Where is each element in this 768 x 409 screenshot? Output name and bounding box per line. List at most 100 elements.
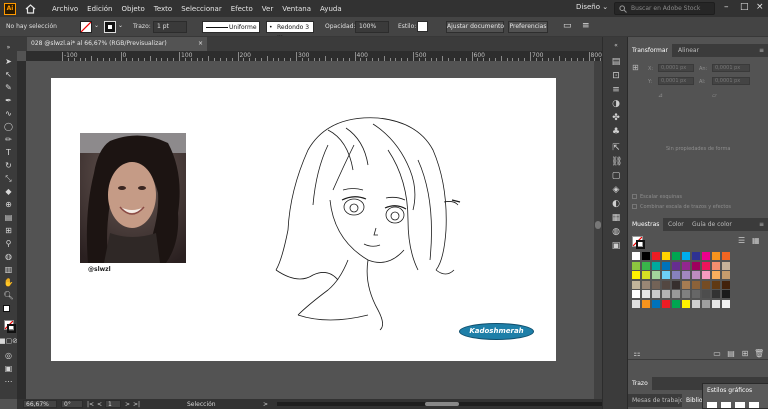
y-field[interactable]: 0,0001 px <box>658 77 694 85</box>
delete-swatch-icon[interactable]: 🗑︎ <box>754 349 764 358</box>
color-swatch[interactable] <box>662 261 670 270</box>
eraser-tool-icon[interactable]: ◆ <box>3 186 14 197</box>
color-swatch[interactable] <box>692 280 700 289</box>
color-swatch[interactable] <box>682 280 690 289</box>
stock-search-input[interactable]: Buscar en Adobe Stock <box>614 2 715 15</box>
prev-artboard-button[interactable]: < <box>97 401 102 408</box>
tab-align[interactable]: Alinear <box>674 44 703 57</box>
shear-angle-icon[interactable]: ▱ <box>712 92 717 99</box>
pencil-tool-icon[interactable]: ✏ <box>3 134 14 145</box>
expand-panels-icon[interactable]: « <box>611 41 621 51</box>
horizontal-scrollbar[interactable] <box>277 402 607 406</box>
menu-ver[interactable]: Ver <box>262 5 273 13</box>
color-swatch[interactable] <box>712 290 720 298</box>
opacity-field[interactable]: 100% <box>355 21 389 33</box>
color-swatch[interactable] <box>662 290 670 298</box>
color-swatch[interactable] <box>682 299 690 308</box>
color-swatch[interactable] <box>672 252 680 260</box>
menu-ayuda[interactable]: Ayuda <box>320 5 342 13</box>
color-swatch[interactable] <box>642 252 650 260</box>
color-swatch[interactable] <box>692 299 700 308</box>
portrait-photo[interactable] <box>80 133 186 263</box>
rotate-angle-icon[interactable]: ⊿ <box>658 92 663 99</box>
fill-swatch[interactable] <box>80 21 92 33</box>
document-tab[interactable]: 028 @slwzl.ai* al 66,67% (RGB/Previsuali… <box>27 37 207 51</box>
panel-menu-icon[interactable]: ≡ <box>755 44 768 57</box>
color-swatch[interactable] <box>692 271 700 279</box>
ellipse-tool-icon[interactable]: ◯ <box>3 121 14 132</box>
close-tab-icon[interactable]: × <box>198 37 203 51</box>
graphic-style-swatch[interactable] <box>417 21 428 32</box>
status-arrow-icon[interactable]: > <box>263 401 268 408</box>
swatch-stroke-box[interactable] <box>636 240 645 249</box>
x-field[interactable]: 0,0001 px <box>658 64 694 72</box>
swatch-options-icon[interactable]: ▤ <box>726 349 736 358</box>
color-swatch[interactable] <box>692 252 700 260</box>
transform-icon[interactable]: ⊡ <box>611 71 621 81</box>
stroke-weight-field[interactable]: 1 pt <box>153 21 187 33</box>
properties-icon[interactable]: ▤ <box>611 57 621 67</box>
color-swatch[interactable] <box>632 280 640 289</box>
color-swatch[interactable] <box>682 271 690 279</box>
color-mode-icons[interactable]: ■▢⊘ <box>0 336 18 347</box>
rotate-tool-icon[interactable]: ↻ <box>3 160 14 171</box>
menu-ventana[interactable]: Ventana <box>282 5 311 13</box>
mesh-tool-icon[interactable]: ⊞ <box>3 225 14 236</box>
grid-view-icon[interactable]: ▦ <box>752 236 760 245</box>
pathfinder-icon[interactable]: ▦ <box>611 213 621 223</box>
zoom-tool-icon[interactable]: 🔍︎ <box>3 290 14 301</box>
tab-artboards[interactable]: Mesas de trabajo <box>628 394 687 407</box>
magic-wand-icon[interactable]: ✎ <box>3 82 14 93</box>
color-swatch[interactable] <box>722 271 730 279</box>
color-swatch[interactable] <box>662 280 670 289</box>
scale-corners-checkbox[interactable] <box>632 194 637 199</box>
last-artboard-button[interactable]: >| <box>133 401 140 408</box>
color-swatch[interactable] <box>712 271 720 279</box>
blend-tool-icon[interactable]: ◍ <box>3 251 14 262</box>
first-artboard-button[interactable]: |< <box>87 401 94 408</box>
list-view-icon[interactable]: ☰ <box>738 236 745 245</box>
artboards-icon[interactable]: ▢ <box>611 171 621 181</box>
direct-selection-tool-icon[interactable]: ↖ <box>3 69 14 80</box>
width-field[interactable]: 0,0001 px <box>712 64 750 72</box>
default-colors-icon[interactable] <box>3 305 10 312</box>
export-icon[interactable]: ⇱ <box>611 143 621 153</box>
color-swatch[interactable] <box>652 252 660 260</box>
color-swatch[interactable] <box>672 261 680 270</box>
hand-tool-icon[interactable]: ✋ <box>3 277 14 288</box>
color-swatch[interactable] <box>702 271 710 279</box>
selection-tool-icon[interactable]: ➤ <box>3 56 14 67</box>
new-color-group-icon[interactable]: ▭ <box>712 349 722 358</box>
color-swatch[interactable] <box>652 280 660 289</box>
color-swatch[interactable] <box>642 290 650 298</box>
color-swatch[interactable] <box>642 261 650 270</box>
color-swatch[interactable] <box>632 261 640 270</box>
vertical-scrollbar[interactable] <box>594 61 602 399</box>
close-window-button[interactable]: × <box>756 2 764 12</box>
collapse-icon[interactable]: » <box>3 42 14 53</box>
rotation-field[interactable]: 0° <box>61 400 83 408</box>
preferences-button[interactable]: Preferencias <box>508 21 548 33</box>
color-swatch[interactable] <box>722 261 730 270</box>
screen-mode-icon[interactable]: ▣ <box>3 363 14 374</box>
color-swatch[interactable] <box>652 261 660 270</box>
color-swatch[interactable] <box>692 290 700 298</box>
menu-edicion[interactable]: Edición <box>87 5 112 13</box>
edit-toolbar-icon[interactable]: ⋯ <box>3 376 14 387</box>
color-swatch[interactable] <box>682 252 690 260</box>
eyedropper-tool-icon[interactable]: ⚲ <box>3 238 14 249</box>
color-swatch[interactable] <box>722 252 730 260</box>
color-swatch[interactable] <box>682 261 690 270</box>
tab-transform[interactable]: Transformar <box>628 44 672 57</box>
home-icon[interactable] <box>22 2 38 16</box>
menu-icon[interactable]: ≡ <box>582 21 590 31</box>
minimize-button[interactable]: – <box>724 2 729 12</box>
color-swatch[interactable] <box>652 271 660 279</box>
color-swatch[interactable] <box>692 261 700 270</box>
menu-archivo[interactable]: Archivo <box>52 5 78 13</box>
color-swatch[interactable] <box>722 290 730 298</box>
color-swatch[interactable] <box>642 299 650 308</box>
pen-tool-icon[interactable]: ✒ <box>3 95 14 106</box>
gradient-icon[interactable]: ▣ <box>611 241 621 251</box>
type-tool-icon[interactable]: T <box>3 147 14 158</box>
